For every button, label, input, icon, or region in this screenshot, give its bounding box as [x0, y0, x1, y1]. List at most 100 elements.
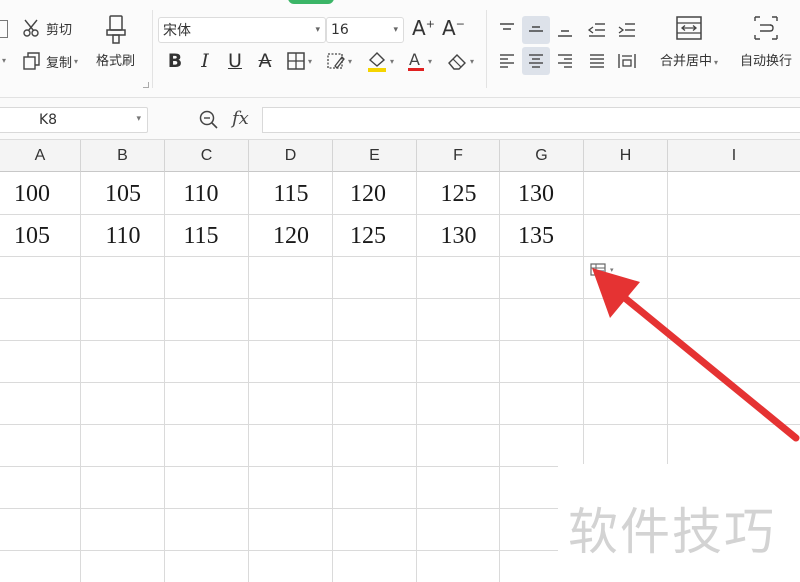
active-tab-indicator	[288, 0, 334, 4]
font-decrease-icon: A−	[442, 16, 465, 40]
cell-g2[interactable]: 135	[494, 215, 578, 257]
copy-button[interactable]: 复制 ▾	[22, 51, 78, 71]
column-header-e[interactable]: E	[333, 140, 417, 172]
cell-g1[interactable]: 130	[494, 173, 578, 215]
column-header-i[interactable]: I	[668, 140, 800, 172]
column-header-a[interactable]: A	[0, 140, 81, 172]
cell-e2[interactable]: 125	[326, 215, 410, 257]
fill-color-button[interactable]: ▾	[362, 47, 398, 75]
fx-icon: fx	[232, 108, 249, 129]
cell-a1[interactable]: 100	[0, 173, 64, 215]
align-right-button[interactable]	[552, 47, 578, 75]
italic-button[interactable]: I	[192, 47, 218, 75]
justify-icon	[590, 54, 604, 68]
align-bottom-button[interactable]	[552, 16, 578, 44]
font-color-icon: A	[407, 50, 424, 71]
wrap-text-icon	[754, 16, 778, 40]
chevron-down-icon: ▾	[74, 56, 79, 66]
gridline	[0, 298, 800, 299]
cut-button[interactable]: 剪切	[22, 18, 72, 38]
underline-button[interactable]: U	[222, 47, 248, 75]
scissors-icon	[23, 19, 39, 37]
distributed-align-icon	[618, 54, 636, 68]
bold-button[interactable]: B	[162, 47, 188, 75]
clipboard-dialog-launcher[interactable]	[143, 82, 149, 88]
italic-icon: I	[201, 50, 209, 72]
cell-a2[interactable]: 105	[0, 215, 64, 257]
gridline	[0, 424, 800, 425]
column-header-c[interactable]: C	[165, 140, 249, 172]
column-header-b[interactable]: B	[81, 140, 165, 172]
column-header-h[interactable]: H	[584, 140, 668, 172]
cell-style-icon	[327, 53, 345, 69]
merge-center-label: 合并居中	[659, 54, 712, 69]
chevron-down-icon: ▾	[610, 266, 614, 274]
brush-icon	[105, 15, 126, 44]
magnifier-icon	[199, 110, 218, 129]
align-top-icon	[500, 23, 514, 30]
cell-e1[interactable]: 120	[326, 173, 410, 215]
font-color-button[interactable]: A ▾	[402, 47, 436, 75]
name-box[interactable]: K8 ▾	[0, 107, 148, 133]
name-box-value: K8	[39, 112, 58, 128]
paste-icon[interactable]	[0, 20, 8, 38]
chevron-down-icon: ▾	[427, 56, 432, 66]
decrease-indent-button[interactable]	[584, 16, 610, 44]
increase-font-button[interactable]: A+	[412, 16, 435, 40]
zoom-function-button[interactable]	[198, 109, 220, 135]
svg-text:A: A	[409, 50, 420, 69]
paste-dropdown[interactable]: ▾	[0, 56, 6, 65]
cell-f1[interactable]: 125	[417, 173, 500, 215]
cell-b1[interactable]: 105	[81, 173, 165, 215]
align-top-button[interactable]	[494, 16, 520, 44]
align-right-icon	[558, 54, 572, 68]
align-left-icon	[500, 54, 514, 68]
chevron-down-icon: ▾	[2, 56, 7, 65]
align-middle-button[interactable]	[522, 16, 550, 44]
cell-d2[interactable]: 120	[249, 215, 333, 257]
font-name-value: 宋体	[163, 23, 191, 39]
align-middle-icon	[529, 26, 543, 32]
distributed-align-button[interactable]	[614, 47, 640, 75]
formula-input[interactable]	[262, 107, 800, 133]
align-left-button[interactable]	[494, 47, 520, 75]
font-name-select[interactable]: 宋体 ▾	[158, 17, 326, 43]
column-header-g[interactable]: G	[500, 140, 584, 172]
format-painter-button[interactable]: 格式刷	[96, 14, 135, 69]
align-center-button[interactable]	[522, 47, 550, 75]
bold-icon: B	[167, 50, 183, 72]
clear-format-button[interactable]: ▾	[442, 47, 478, 75]
wrap-text-button[interactable]: 自动换行	[734, 14, 798, 69]
column-header-d[interactable]: D	[249, 140, 333, 172]
chevron-down-icon: ▾	[714, 58, 719, 67]
watermark: 软件技巧	[558, 464, 800, 582]
eraser-icon	[448, 54, 466, 70]
chevron-down-icon: ▾	[393, 25, 398, 35]
insert-function-button[interactable]: fx	[232, 108, 249, 129]
cell-d1[interactable]: 115	[249, 173, 333, 215]
cell-style-button[interactable]: ▾	[322, 47, 356, 75]
formula-bar: K8 ▾ fx	[0, 98, 800, 140]
gridline	[0, 340, 800, 341]
cell-c2[interactable]: 115	[159, 215, 243, 257]
cut-label: 剪切	[46, 22, 73, 38]
chevron-down-icon: ▾	[136, 114, 141, 124]
paste-options-button[interactable]: ▾	[590, 262, 614, 278]
format-painter-label: 格式刷	[96, 54, 136, 69]
strikethrough-icon: A	[258, 50, 272, 72]
font-size-select[interactable]: 16 ▾	[326, 17, 404, 43]
increase-indent-button[interactable]	[614, 16, 640, 44]
border-button[interactable]: ▾	[282, 47, 316, 75]
strikethrough-button[interactable]: A	[252, 47, 278, 75]
merge-center-button[interactable]: 合并居中 ▾	[650, 14, 728, 69]
decrease-font-button[interactable]: A−	[442, 16, 465, 40]
justify-button[interactable]	[584, 47, 610, 75]
font-size-value: 16	[331, 22, 349, 38]
group-divider	[486, 10, 487, 88]
chevron-down-icon: ▾	[315, 25, 320, 35]
cell-c1[interactable]: 110	[159, 173, 243, 215]
column-header-f[interactable]: F	[417, 140, 500, 172]
group-divider	[152, 10, 153, 88]
cell-b2[interactable]: 110	[81, 215, 165, 257]
cell-f2[interactable]: 130	[417, 215, 500, 257]
